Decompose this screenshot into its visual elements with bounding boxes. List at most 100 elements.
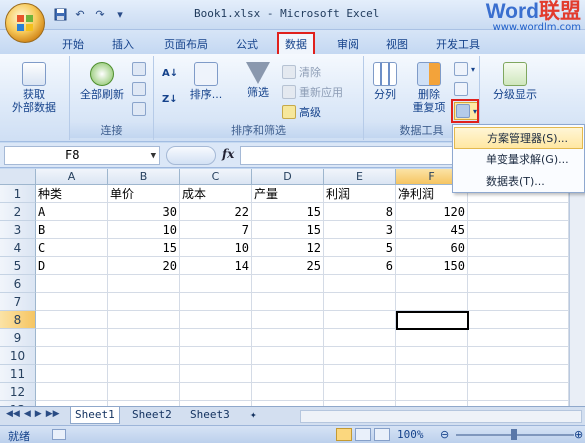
data-cell[interactable]: 120 — [396, 203, 468, 221]
grid-cell[interactable] — [252, 311, 324, 329]
grid-cell[interactable] — [468, 293, 569, 311]
grid-cell[interactable] — [108, 365, 180, 383]
refresh-all-button[interactable]: 全部刷新 — [76, 62, 128, 101]
row-header-1[interactable]: 1 — [0, 185, 36, 203]
advanced-filter-button[interactable]: 高级 — [282, 104, 321, 120]
data-cell[interactable]: 60 — [396, 239, 468, 257]
sort-za-button[interactable]: Z↓ — [162, 94, 178, 105]
grid-cell[interactable] — [180, 311, 252, 329]
row-header-8[interactable]: 8 — [0, 311, 36, 329]
name-box[interactable]: F8 ▼ — [4, 146, 160, 165]
grid-cell[interactable] — [36, 311, 108, 329]
grid-cell[interactable] — [468, 239, 569, 257]
header-cell[interactable]: 产量 — [252, 185, 324, 203]
grid-cell[interactable] — [36, 365, 108, 383]
menu-item-goal-seek[interactable]: 单变量求解(G)... — [454, 149, 583, 171]
grid-cell[interactable] — [324, 347, 396, 365]
zoom-in-icon[interactable]: ⊕ — [574, 428, 583, 441]
data-cell[interactable]: A — [36, 203, 108, 221]
grid-cell[interactable] — [108, 293, 180, 311]
row-header-3[interactable]: 3 — [0, 221, 36, 239]
tab-insert[interactable]: 插入 — [112, 34, 134, 54]
filter-button[interactable]: 筛选 — [242, 62, 274, 99]
data-cell[interactable]: 6 — [324, 257, 396, 275]
grid-cell[interactable] — [468, 275, 569, 293]
header-cell[interactable]: 利润 — [324, 185, 396, 203]
column-header-d[interactable]: D — [252, 169, 324, 185]
sheet-tab-2[interactable]: Sheet2 — [128, 407, 176, 424]
grid-cell[interactable] — [468, 329, 569, 347]
row-header-6[interactable]: 6 — [0, 275, 36, 293]
grid-cell[interactable] — [180, 347, 252, 365]
grid-cell[interactable] — [468, 221, 569, 239]
row-header-11[interactable]: 11 — [0, 365, 36, 383]
grid-cell[interactable] — [468, 311, 569, 329]
outline-button[interactable]: 分级显示 — [486, 62, 544, 101]
data-cell[interactable]: 15 — [252, 203, 324, 221]
data-cell[interactable]: C — [36, 239, 108, 257]
menu-item-scenario-manager[interactable]: 方案管理器(S)... — [454, 127, 583, 149]
data-cell[interactable]: 10 — [108, 221, 180, 239]
grid-cell[interactable] — [252, 275, 324, 293]
chevron-down-icon[interactable]: ▼ — [151, 148, 156, 165]
grid-cell[interactable] — [252, 293, 324, 311]
consolidate-icon[interactable] — [454, 82, 468, 96]
tab-review[interactable]: 审阅 — [337, 34, 359, 54]
tab-page-layout[interactable]: 页面布局 — [164, 34, 208, 54]
header-cell[interactable]: 种类 — [36, 185, 108, 203]
grid-cell[interactable] — [108, 311, 180, 329]
grid-cell[interactable] — [396, 293, 468, 311]
row-header-7[interactable]: 7 — [0, 293, 36, 311]
grid-cell[interactable] — [108, 347, 180, 365]
properties-icon[interactable] — [132, 82, 146, 96]
grid-cell[interactable] — [324, 293, 396, 311]
grid-cell[interactable] — [468, 257, 569, 275]
data-cell[interactable]: 15 — [252, 221, 324, 239]
tab-formulas[interactable]: 公式 — [236, 34, 258, 54]
grid-cell[interactable] — [36, 383, 108, 401]
redo-icon[interactable]: ↷ — [92, 6, 108, 22]
grid-cell[interactable] — [396, 329, 468, 347]
data-cell[interactable]: 7 — [180, 221, 252, 239]
data-cell[interactable]: 22 — [180, 203, 252, 221]
grid-cell[interactable] — [324, 329, 396, 347]
formula-bar-handle[interactable] — [166, 146, 216, 165]
sort-button[interactable]: 排序... — [184, 62, 228, 101]
grid-cell[interactable] — [108, 383, 180, 401]
column-header-b[interactable]: B — [108, 169, 180, 185]
prev-sheet-icon[interactable]: ◀ — [24, 409, 31, 419]
page-break-view-icon[interactable] — [374, 428, 390, 441]
sheet-tab-3[interactable]: Sheet3 — [186, 407, 234, 424]
data-cell[interactable]: 25 — [252, 257, 324, 275]
grid-cell[interactable] — [324, 311, 396, 329]
grid-cell[interactable] — [180, 365, 252, 383]
grid-cell[interactable] — [252, 365, 324, 383]
grid-cell[interactable] — [180, 329, 252, 347]
grid-cell[interactable] — [108, 329, 180, 347]
row-header-4[interactable]: 4 — [0, 239, 36, 257]
sort-az-button[interactable]: A↓ — [162, 68, 178, 79]
data-cell[interactable]: D — [36, 257, 108, 275]
zoom-out-icon[interactable]: ⊖ — [440, 428, 449, 441]
row-header-2[interactable]: 2 — [0, 203, 36, 221]
data-cell[interactable]: 10 — [180, 239, 252, 257]
tab-home[interactable]: 开始 — [62, 34, 84, 54]
grid-cell[interactable] — [468, 203, 569, 221]
insert-sheet-icon[interactable]: ✦ — [246, 407, 268, 424]
column-header-a[interactable]: A — [36, 169, 108, 185]
insert-function-icon[interactable]: fx — [222, 147, 234, 161]
grid-cell[interactable] — [396, 365, 468, 383]
next-sheet-icon[interactable]: ▶ — [35, 409, 42, 419]
clear-filter-button[interactable]: 清除 — [282, 64, 321, 80]
grid-cell[interactable] — [468, 383, 569, 401]
grid-cell[interactable] — [396, 275, 468, 293]
get-external-data-button[interactable]: 获取 外部数据 — [4, 62, 64, 114]
data-cell[interactable]: 12 — [252, 239, 324, 257]
grid-cell[interactable] — [252, 347, 324, 365]
vertical-scrollbar[interactable] — [569, 169, 585, 406]
grid-cell[interactable] — [252, 383, 324, 401]
grid-cell[interactable] — [252, 329, 324, 347]
grid-cell[interactable] — [36, 347, 108, 365]
remove-duplicates-button[interactable]: 删除 重复项 — [406, 62, 452, 114]
data-cell[interactable]: 150 — [396, 257, 468, 275]
